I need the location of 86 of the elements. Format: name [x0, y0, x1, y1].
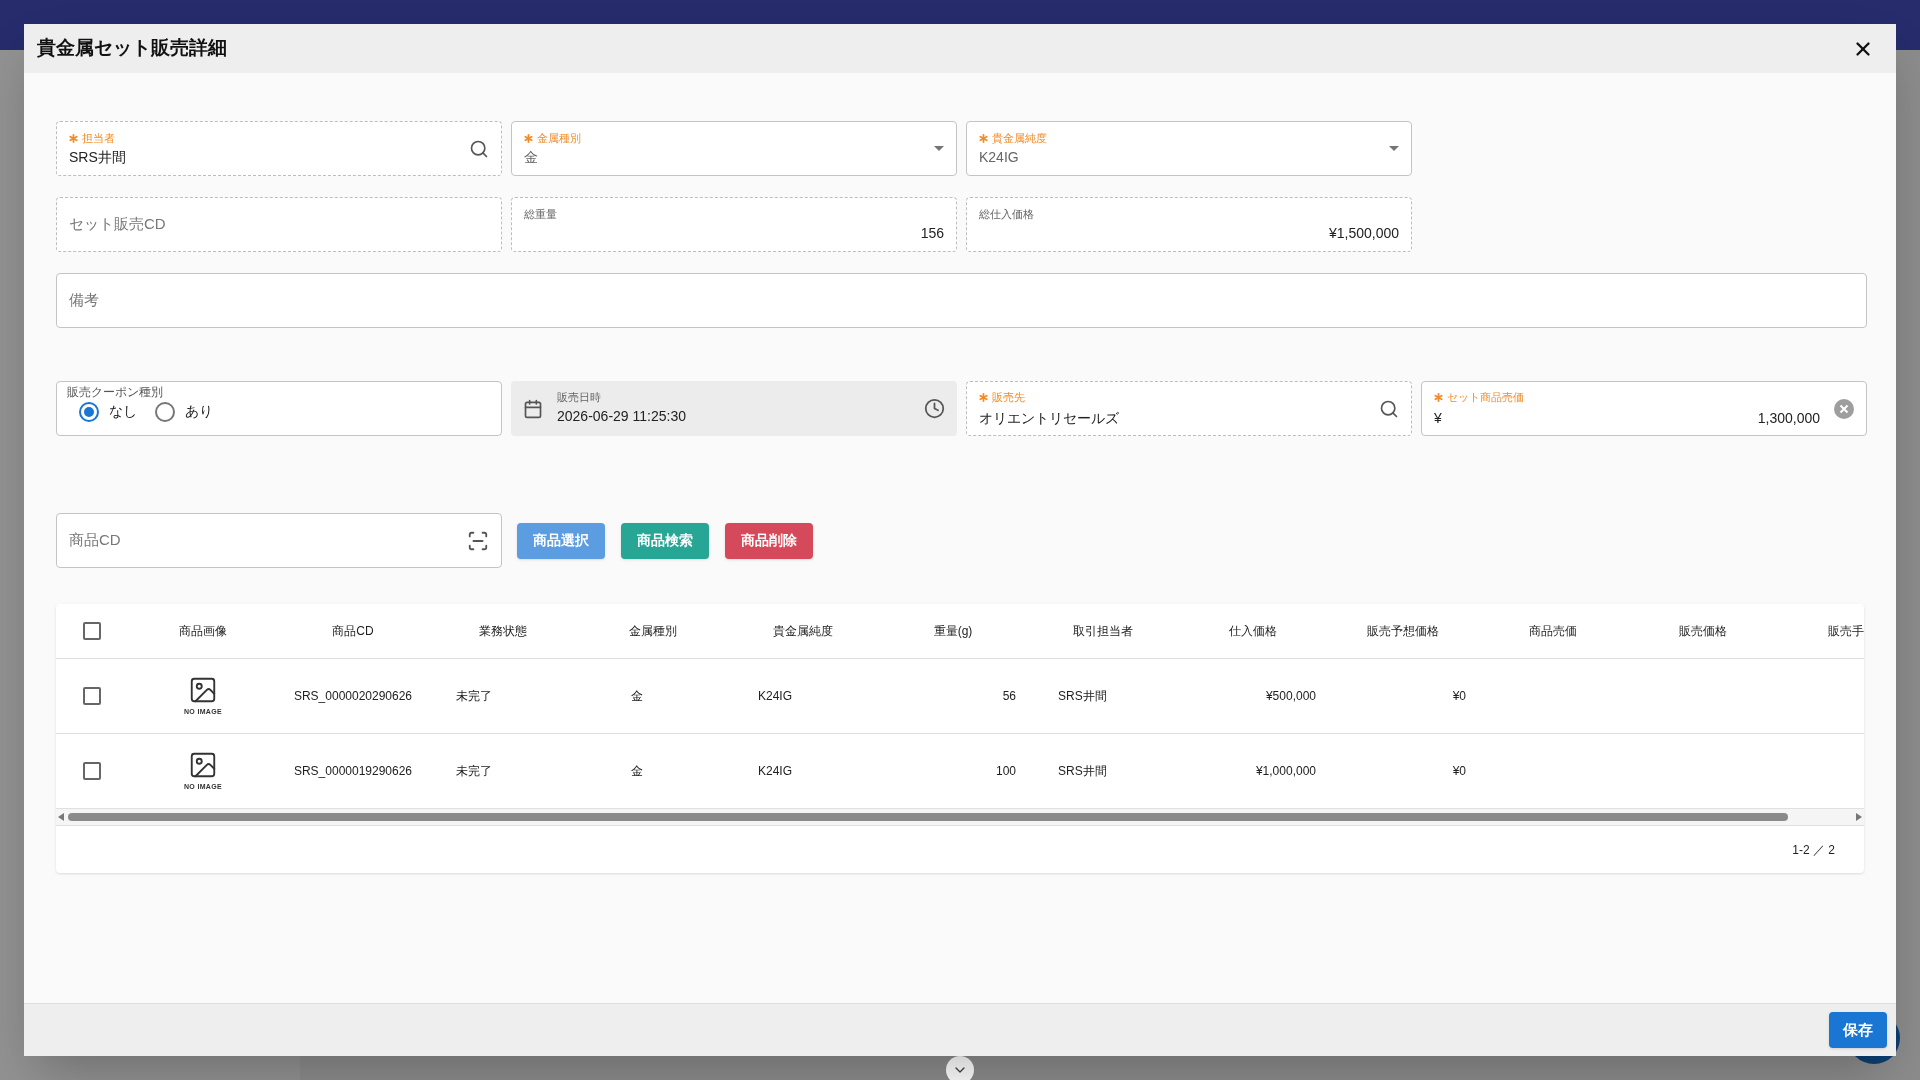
scroll-left-icon[interactable]	[58, 813, 64, 821]
asterisk-icon	[979, 393, 988, 402]
scroll-down-button[interactable]	[946, 1056, 974, 1080]
table-cell-text: 100	[995, 763, 1016, 780]
field-value: SRS井間	[69, 148, 127, 166]
product-code-field[interactable]: 商品CD	[56, 513, 502, 568]
remarks-field[interactable]: 備考	[56, 273, 1867, 328]
field-label: 販売日時	[557, 392, 602, 403]
date-field[interactable]: 販売日時 2026-06-29 11:25:30	[511, 381, 957, 436]
table-cell-text: K24IG	[758, 763, 793, 780]
radio-button[interactable]	[155, 401, 175, 422]
number-field[interactable]: 総重量 156	[511, 197, 957, 252]
table-cell-text: SRS_0000020290626	[293, 688, 413, 705]
column-header: 貴金属純度	[773, 623, 833, 640]
field-value: 156	[919, 224, 944, 242]
dropdown-caret-icon	[1389, 146, 1399, 151]
table-cell-text: 未完了	[456, 688, 492, 705]
field-value: 金	[524, 148, 539, 166]
checkbox[interactable]	[83, 687, 101, 705]
checkbox[interactable]	[83, 622, 101, 640]
text-field[interactable]: セット販売CD	[56, 197, 502, 252]
field-label: 総重量	[524, 208, 557, 220]
asterisk-icon	[1434, 393, 1443, 402]
asterisk-icon	[69, 133, 78, 143]
table-cell-text: SRS_0000019290626	[293, 763, 413, 780]
column-header: 金属種別	[629, 623, 677, 640]
search-field[interactable]: 担当者 SRS井間	[56, 121, 502, 176]
field-value: 2026-06-29 11:25:30	[557, 407, 687, 425]
table-cell-text: 金	[631, 688, 643, 705]
column-header: 販売価格	[1679, 623, 1727, 640]
calendar-icon[interactable]	[523, 398, 543, 419]
field-value: オリエントリセールズ	[979, 408, 1120, 427]
price-field[interactable]: セット商品売価 ¥ 1,300,000	[1421, 381, 1867, 436]
table-cell-text: SRS井間	[1058, 688, 1107, 705]
table-cell-text: ¥500,000	[1265, 688, 1316, 705]
field-value: 1,300,000	[1757, 408, 1820, 427]
column-header: 取引担当者	[1073, 623, 1133, 640]
save-button[interactable]: 保存	[1829, 1012, 1887, 1048]
search-icon[interactable]	[469, 138, 489, 159]
column-header: 重量(g)	[933, 623, 973, 640]
field-label: 金属種別	[537, 132, 581, 144]
column-header: 販売手	[1828, 623, 1864, 640]
select-field[interactable]: 貴金属純度 K24IG	[966, 121, 1412, 176]
clear-icon[interactable]	[1834, 398, 1854, 419]
radio-button[interactable]	[79, 401, 99, 422]
field-label: 総仕入価格	[979, 208, 1034, 220]
search-icon[interactable]	[1379, 398, 1399, 419]
column-header: 商品CD	[332, 623, 374, 640]
field-label: 担当者	[82, 132, 115, 144]
checkbox[interactable]	[83, 762, 101, 780]
field-label: 販売クーポン種別	[67, 386, 164, 398]
field-value: ¥1,500,000	[1327, 224, 1399, 242]
field-label: 貴金属純度	[992, 132, 1047, 144]
pagination-text: 1-2 ／ 2	[1792, 841, 1835, 859]
asterisk-icon	[979, 133, 988, 143]
field-label: セット商品売価	[1447, 392, 1524, 403]
table-cell-text: SRS井間	[1058, 763, 1107, 780]
clock-icon[interactable]	[924, 398, 945, 419]
table-cell-text: 56	[1002, 688, 1016, 705]
radio-label: なし	[109, 402, 137, 421]
column-header: 業務状態	[479, 623, 527, 640]
number-field[interactable]: 総仕入価格 ¥1,500,000	[966, 197, 1412, 252]
column-header: 商品売価	[1529, 623, 1577, 640]
radio-label: あり	[185, 402, 213, 421]
dropdown-caret-icon	[934, 146, 944, 151]
dialog-title: 貴金属セット販売詳細	[37, 36, 227, 61]
table-cell-text: K24IG	[758, 688, 793, 705]
column-header: 商品画像	[179, 623, 227, 640]
field-label: 販売先	[992, 392, 1025, 403]
action-button[interactable]: 商品削除	[725, 522, 813, 559]
search-field[interactable]: 販売先 オリエントリセールズ	[966, 381, 1412, 436]
table-cell-text: 未完了	[456, 763, 492, 780]
column-header: 販売予想価格	[1367, 623, 1439, 640]
currency-prefix: ¥	[1434, 408, 1442, 427]
table-cell-text: 金	[631, 763, 643, 780]
horizontal-scrollbar[interactable]	[56, 809, 1864, 825]
scan-icon[interactable]	[467, 529, 489, 552]
field-value: K24IG	[979, 148, 1020, 166]
select-field[interactable]: 金属種別 金	[511, 121, 957, 176]
action-button[interactable]: 商品検索	[621, 522, 709, 559]
column-header: 仕入価格	[1229, 623, 1277, 640]
table-cell-text: ¥0	[1452, 763, 1466, 780]
table-cell-text: ¥0	[1452, 688, 1466, 705]
scroll-right-icon[interactable]	[1856, 813, 1862, 821]
table-cell-text: ¥1,000,000	[1255, 763, 1316, 780]
asterisk-icon	[524, 133, 533, 143]
